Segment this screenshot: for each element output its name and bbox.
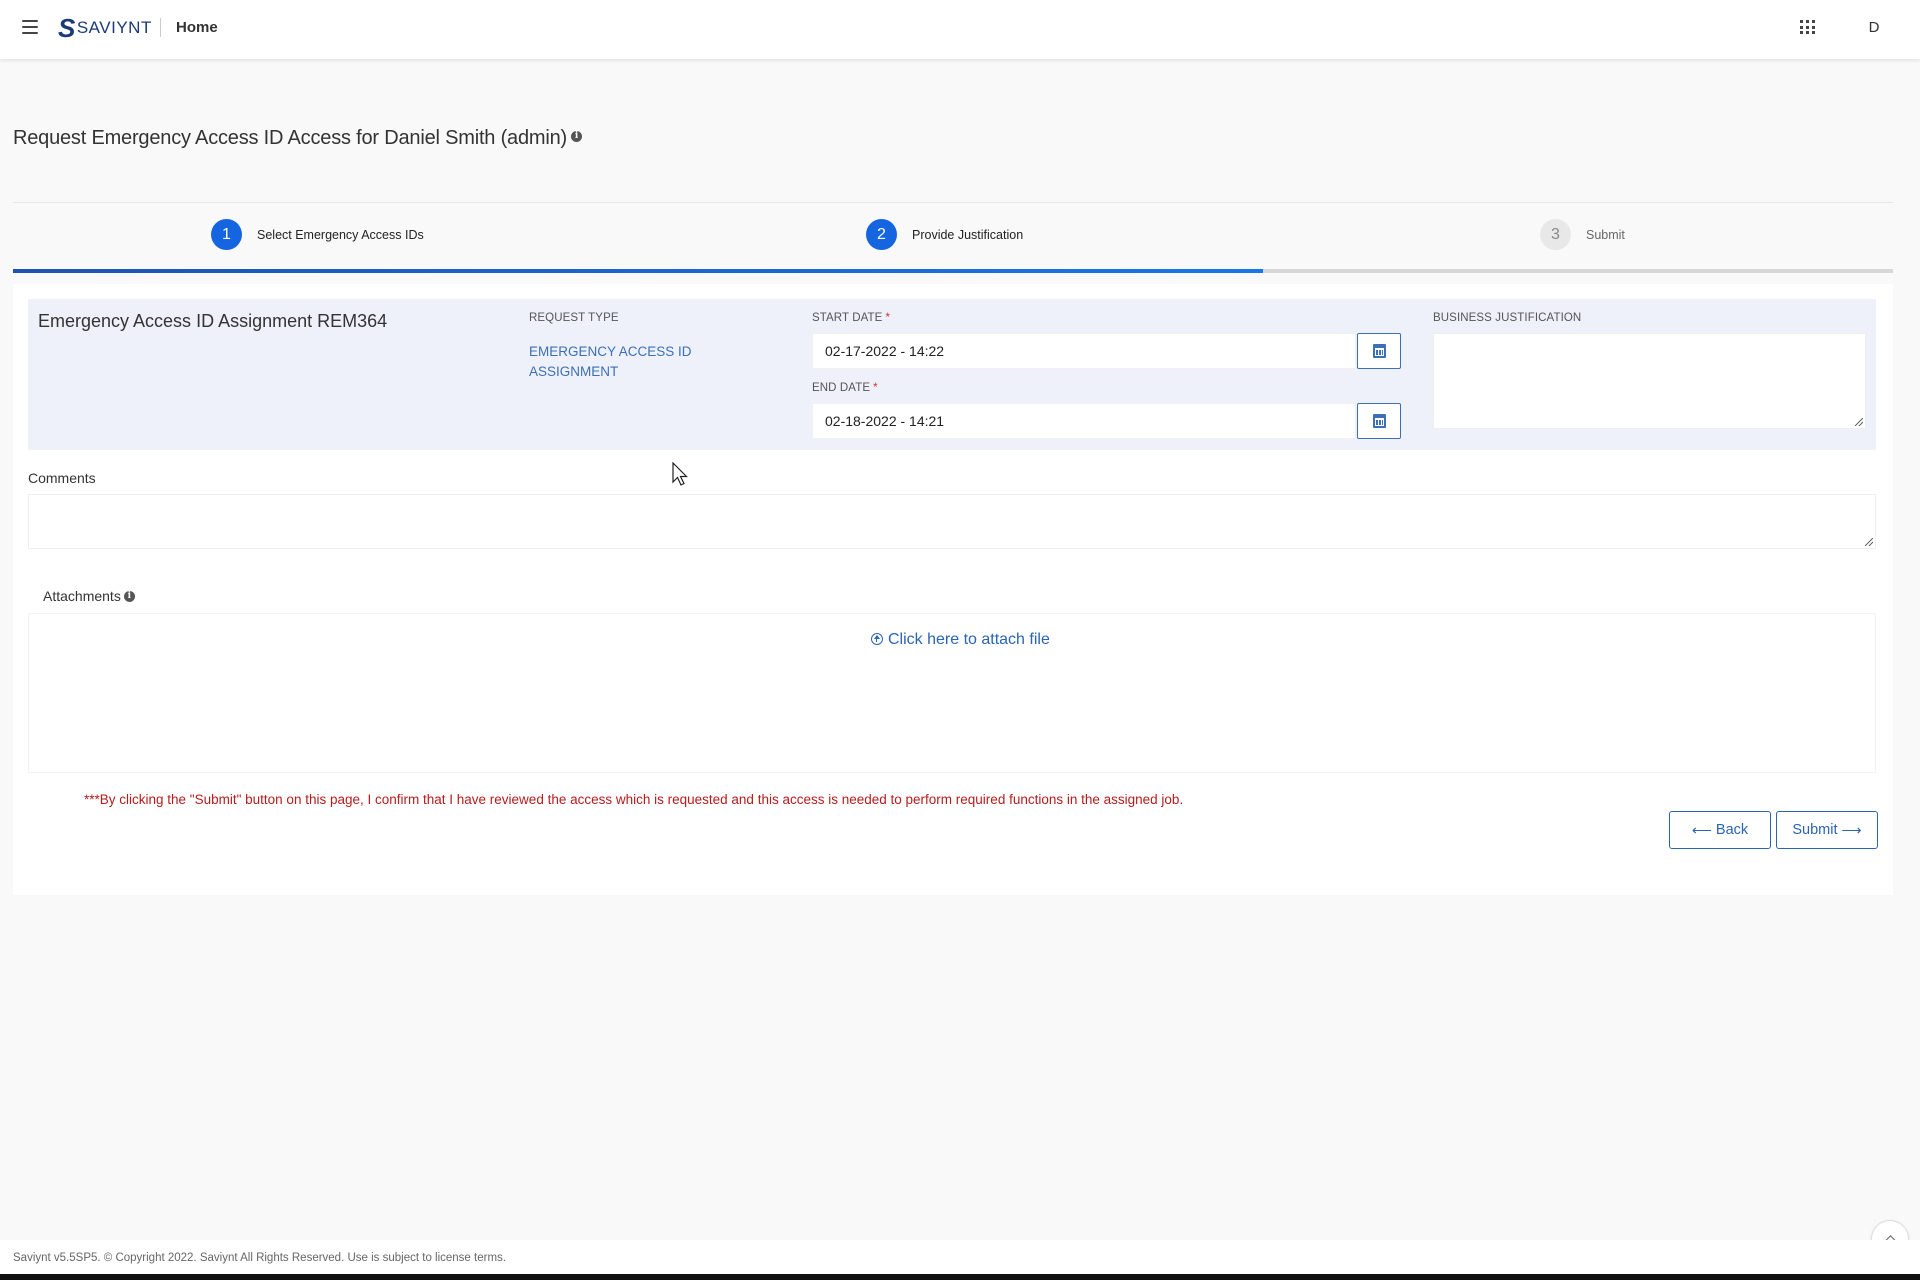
back-button[interactable]: ⟵ Back: [1669, 811, 1771, 849]
info-icon[interactable]: i: [123, 590, 135, 602]
comments-label: Comments: [28, 470, 96, 486]
step-2-number: 2: [866, 219, 897, 250]
step-1-number: 1: [211, 219, 242, 250]
assignment-card: Emergency Access ID Assignment REM364 RE…: [28, 299, 1876, 450]
business-justification-label: BUSINESS JUSTIFICATION: [1433, 312, 1582, 324]
step-3-number: 3: [1540, 219, 1571, 250]
end-date-input[interactable]: 02-18-2022 - 14:21: [812, 403, 1356, 439]
info-icon[interactable]: i: [570, 131, 582, 143]
breadcrumb-home[interactable]: Home: [176, 19, 218, 36]
step-provide-justification[interactable]: 2 Provide Justification: [866, 219, 1023, 250]
page-footer: Saviynt v5.5SP5. © Copyright 2022. Saviy…: [0, 1240, 1920, 1274]
stepper-progress-fill: [13, 269, 1264, 273]
page-title-text: Request Emergency Access ID Access for D…: [13, 127, 567, 149]
user-avatar[interactable]: D: [1862, 16, 1886, 40]
upload-icon: [871, 633, 883, 645]
stepper-divider: [13, 202, 1893, 203]
step-2-label: Provide Justification: [912, 227, 1024, 242]
app-grid-icon[interactable]: [1800, 20, 1815, 35]
step-3-label: Submit: [1586, 227, 1625, 242]
logo-text: SAVIYNT: [76, 18, 152, 37]
step-1-label: Select Emergency Access IDs: [257, 227, 424, 242]
mouse-cursor-icon: [672, 462, 688, 486]
required-marker: *: [873, 382, 878, 394]
attach-file-link-text: Click here to attach file: [888, 631, 1050, 648]
step-select-ids[interactable]: 1 Select Emergency Access IDs: [211, 219, 424, 250]
page-title: Request Emergency Access ID Access for D…: [13, 127, 582, 150]
resize-handle-icon[interactable]: [1855, 418, 1863, 426]
business-justification-textarea[interactable]: [1433, 333, 1866, 429]
arrow-left-icon: ⟵: [1691, 821, 1712, 838]
end-date-label-text: END DATE: [812, 382, 871, 394]
required-marker: *: [885, 312, 891, 324]
footer-copyright: Saviynt v5.5SP5. © Copyright 2022. Saviy…: [13, 1252, 506, 1264]
assignment-title: Emergency Access ID Assignment REM364: [38, 311, 388, 331]
menu-icon[interactable]: [22, 20, 38, 34]
arrow-right-icon: ⟶: [1841, 821, 1862, 838]
header-divider: [160, 18, 161, 37]
bottom-edge: [0, 1274, 1920, 1280]
submit-button[interactable]: Submit ⟶: [1776, 811, 1878, 849]
attachments-label-text: Attachments: [43, 588, 121, 604]
attachments-label: Attachments i: [43, 588, 135, 604]
resize-handle-icon[interactable]: [1865, 538, 1873, 546]
step-submit[interactable]: 3 Submit: [1540, 219, 1625, 250]
comments-textarea[interactable]: [28, 494, 1876, 549]
back-button-label: Back: [1715, 822, 1749, 838]
end-date-label: END DATE *: [812, 382, 878, 394]
submit-button-label: Submit: [1792, 822, 1838, 838]
calendar-icon: [1373, 414, 1386, 428]
start-date-input[interactable]: 02-17-2022 - 14:22: [812, 333, 1356, 369]
stepper-progress-track: [13, 269, 1893, 273]
attach-file-link[interactable]: Click here to attach file: [871, 631, 1050, 649]
submit-disclaimer: ***By clicking the "Submit" button on th…: [84, 792, 1184, 807]
saviynt-logo[interactable]: S SAVIYNT: [58, 13, 152, 43]
logo-mark: S: [58, 12, 76, 43]
start-date-calendar-button[interactable]: [1357, 333, 1401, 369]
request-type-value: EMERGENCY ACCESS ID ASSIGNMENT: [529, 344, 692, 379]
start-date-label: START DATE *: [812, 312, 890, 324]
calendar-icon: [1373, 344, 1386, 358]
justification-panel: Emergency Access ID Assignment REM364 RE…: [13, 284, 1893, 895]
end-date-calendar-button[interactable]: [1357, 403, 1401, 439]
start-date-label-text: START DATE: [812, 312, 883, 324]
attachment-dropzone[interactable]: Click here to attach file: [28, 613, 1876, 773]
request-type-label: REQUEST TYPE: [529, 312, 619, 324]
top-navigation-bar: S SAVIYNT Home D: [0, 0, 1920, 59]
